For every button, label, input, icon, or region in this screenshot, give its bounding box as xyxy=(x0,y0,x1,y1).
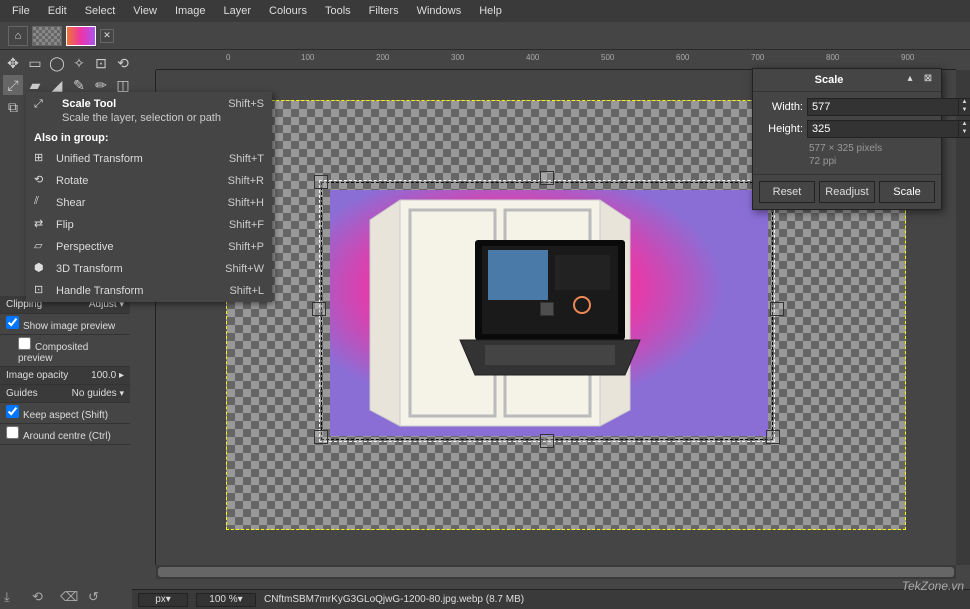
move-tool-icon[interactable]: ✥ xyxy=(3,53,23,73)
dialog-ppi-info: 72 ppi xyxy=(759,155,935,168)
scale-tool-icon[interactable]: ⤢ xyxy=(3,75,23,95)
image-tab-1[interactable] xyxy=(32,26,62,46)
dialog-size-info: 577 × 325 pixels xyxy=(759,142,935,155)
group-item-flip[interactable]: ⇄FlipShift+F xyxy=(26,214,272,236)
menu-image[interactable]: Image xyxy=(167,3,214,19)
menu-tools[interactable]: Tools xyxy=(317,3,359,19)
status-filename: CNftmSBM7mrKyG3GLoQjwG-1200-80.jpg.webp … xyxy=(264,594,524,605)
menu-filters[interactable]: Filters xyxy=(361,3,407,19)
menu-file[interactable]: File xyxy=(4,3,38,19)
group-item-shear[interactable]: ⫽ShearShift+H xyxy=(26,192,272,214)
height-up-icon[interactable]: ▲ xyxy=(958,121,970,129)
opt-around-centre[interactable]: Around centre (Ctrl) xyxy=(6,426,111,442)
clone-tool-icon[interactable]: ⧉ xyxy=(3,97,23,117)
menu-bar: File Edit Select View Image Layer Colour… xyxy=(0,0,970,22)
dialog-title: Scale xyxy=(759,74,899,86)
status-bar: px ▾ 100 % ▾ CNftmSBM7mrKyG3GLoQjwG-1200… xyxy=(132,589,970,609)
menu-layer[interactable]: Layer xyxy=(216,3,260,19)
rect-select-tool-icon[interactable]: ▭ xyxy=(25,53,45,73)
width-input[interactable]: ▲▼ xyxy=(807,98,970,116)
tooltip-title: Scale Tool xyxy=(62,98,116,110)
menu-help[interactable]: Help xyxy=(471,3,510,19)
tooltip-group-label: Also in group: xyxy=(26,130,272,148)
handle-e[interactable] xyxy=(770,302,784,316)
fuzzy-select-tool-icon[interactable]: ✧ xyxy=(69,53,89,73)
reset-options-icon[interactable]: ↺ xyxy=(88,589,104,605)
delete-options-icon[interactable]: ⌫ xyxy=(60,589,76,605)
group-item-unified[interactable]: ⊞Unified TransformShift+T xyxy=(26,148,272,170)
tool-options-panel: ClippingAdjust ▾ Show image preview Comp… xyxy=(0,296,130,445)
handle-s[interactable] xyxy=(540,434,554,448)
height-label: Height: xyxy=(759,123,803,135)
menu-colours[interactable]: Colours xyxy=(261,3,315,19)
restore-options-icon[interactable]: ⟲ xyxy=(32,589,48,605)
status-unit-select[interactable]: px ▾ xyxy=(138,593,188,607)
scale-dialog: Scale ▴ ⊠ Width: ▲▼ Height: ▲▼ xyxy=(752,68,942,210)
tool-tooltip-popup: ⤢ Scale Tool Shift+S Scale the layer, se… xyxy=(26,92,272,302)
scrollbar-vertical[interactable] xyxy=(956,70,970,565)
home-tab[interactable]: ⌂ xyxy=(8,26,28,46)
group-item-3d[interactable]: ⬢3D TransformShift+W xyxy=(26,258,272,280)
height-input[interactable]: ▲▼ xyxy=(807,120,970,138)
watermark: TekZone.vn xyxy=(902,579,964,593)
width-label: Width: xyxy=(759,101,803,113)
readjust-button[interactable]: Readjust xyxy=(819,181,875,203)
tooltip-shortcut: Shift+S xyxy=(228,98,264,110)
crop-tool-icon[interactable]: ⊡ xyxy=(91,53,111,73)
handle-sw[interactable] xyxy=(314,430,328,444)
rotate-tool-icon[interactable]: ⟲ xyxy=(113,53,133,73)
handle-w[interactable] xyxy=(312,302,326,316)
ruler-horizontal: 0 100 200 300 400 500 600 700 800 900 xyxy=(156,50,956,70)
width-up-icon[interactable]: ▲ xyxy=(958,99,970,107)
scale-button[interactable]: Scale xyxy=(879,181,935,203)
reset-button[interactable]: Reset xyxy=(759,181,815,203)
dialog-minimize-icon[interactable]: ▴ xyxy=(903,73,917,87)
opt-show-preview[interactable]: Show image preview xyxy=(6,316,115,332)
opt-guides-label: Guides xyxy=(6,388,38,399)
opt-opacity-label: Image opacity xyxy=(6,370,68,381)
opt-composited[interactable]: Composited preview xyxy=(6,337,124,364)
save-options-icon[interactable]: ⤓ xyxy=(4,589,20,605)
width-down-icon[interactable]: ▼ xyxy=(958,107,970,115)
menu-edit[interactable]: Edit xyxy=(40,3,75,19)
height-down-icon[interactable]: ▼ xyxy=(958,129,970,137)
menu-view[interactable]: View xyxy=(125,3,165,19)
image-tab-strip: ⌂ ✕ xyxy=(0,22,970,50)
opt-keep-aspect[interactable]: Keep aspect (Shift) xyxy=(6,405,108,421)
toolbox-footer: ⤓ ⟲ ⌫ ↺ xyxy=(4,589,104,605)
image-tab-2[interactable] xyxy=(66,26,96,46)
menu-select[interactable]: Select xyxy=(77,3,124,19)
lasso-tool-icon[interactable]: ◯ xyxy=(47,53,67,73)
scale-icon: ⤢ xyxy=(34,98,54,118)
status-zoom-select[interactable]: 100 % ▾ xyxy=(196,593,256,607)
tooltip-description: Scale the layer, selection or path xyxy=(62,112,264,124)
group-item-handle[interactable]: ⊡Handle TransformShift+L xyxy=(26,280,272,302)
group-item-perspective[interactable]: ▱PerspectiveShift+P xyxy=(26,236,272,258)
tab-close-button[interactable]: ✕ xyxy=(100,29,114,43)
menu-windows[interactable]: Windows xyxy=(409,3,470,19)
handle-n[interactable] xyxy=(540,171,554,185)
handle-center[interactable] xyxy=(540,302,554,316)
scrollbar-horizontal[interactable] xyxy=(156,565,956,579)
handle-se[interactable] xyxy=(766,430,780,444)
group-item-rotate[interactable]: ⟲RotateShift+R xyxy=(26,170,272,192)
dialog-close-icon[interactable]: ⊠ xyxy=(921,73,935,87)
handle-nw[interactable] xyxy=(314,175,328,189)
